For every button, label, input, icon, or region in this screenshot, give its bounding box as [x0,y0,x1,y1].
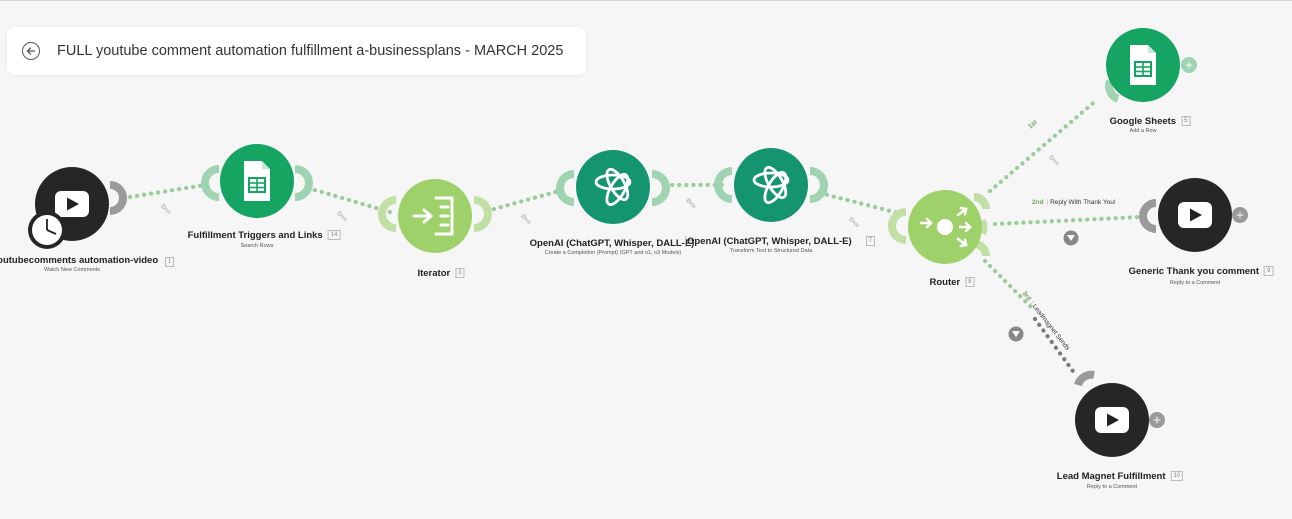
add-module-button[interactable]: + [1232,207,1248,223]
back-button[interactable] [22,42,40,60]
module-name: youtubecomments automation-video [0,255,159,266]
module-iterator[interactable] [378,179,492,253]
module-openai-completion[interactable] [556,150,670,224]
module-name: Google Sheets [1109,116,1177,127]
add-module-button[interactable]: + [1181,57,1197,73]
youtube-play-icon [1095,407,1129,433]
module-google-sheets-add-row[interactable]: + [1105,28,1197,103]
module-name: OpenAI (ChatGPT, Whisper, DALL-E) [529,238,695,249]
scenario-canvas[interactable]: 🔧︎ 🔧︎ 🔧︎ 🔧︎ 🔧︎ 🔧︎ + + + FULL youtube com… [0,1,1292,514]
module-youtube-watch-comments[interactable] [28,167,127,249]
youtube-play-icon [1178,202,1212,228]
module-subtitle: Reply to a Comment [1169,280,1221,286]
module-subtitle: Create a Completion (Prompt) (GPT and o1… [544,250,682,256]
module-id-badge: 5 [1181,116,1191,127]
google-sheets-icon [243,160,271,202]
module-name: Iterator [417,268,451,279]
module-label-iterator[interactable]: Iterator 3 [417,268,465,279]
module-youtube-lead-magnet[interactable]: + [1074,370,1165,457]
wrench-icon[interactable]: 🔧︎ [160,204,171,215]
connector-1[interactable] [127,182,208,200]
clock-icon[interactable] [28,211,66,249]
scenario-title: FULL youtube comment automation fulfillm… [57,43,564,59]
svg-text:+: + [1152,414,1161,427]
module-name: Router [929,277,961,288]
svg-text:+: + [1184,59,1193,72]
module-name: Fulfillment Triggers and Links [187,230,323,241]
arrow-left-icon [26,47,36,55]
filter-icon[interactable] [1063,230,1079,246]
connector-5[interactable] [817,190,901,216]
module-id-badge: 9 [1264,266,1274,277]
wrench-icon[interactable]: 🔧︎ [520,214,531,225]
module-label-youtube-lead[interactable]: Lead Magnet Fulfillment 10 [1056,471,1184,482]
module-label-youtube-watch[interactable]: youtubecomments automation-video [0,255,158,266]
connector-2[interactable] [305,185,393,215]
google-sheets-icon [1129,44,1157,86]
connector-3[interactable] [484,186,569,214]
youtube-play-icon [55,191,89,217]
module-id-badge: 1 [165,257,175,267]
module-subtitle: Watch New Comments [43,267,101,273]
module-google-sheets-search[interactable] [201,144,313,218]
module-subtitle: Add a Row [1129,128,1157,134]
route-label-2[interactable]: 2nd | Reply With Thank You! [1032,199,1116,206]
flow-graph[interactable]: 🔧︎ 🔧︎ 🔧︎ 🔧︎ 🔧︎ 🔧︎ + + + [0,1,1292,514]
module-openai-structured-data[interactable] [714,148,828,222]
add-module-button[interactable]: + [1149,412,1165,428]
wrench-icon[interactable]: 🔧︎ [1048,155,1059,166]
module-label-sheets-add[interactable]: Google Sheets 5 [1110,116,1191,127]
wrench-icon[interactable]: 🔧︎ [848,217,859,228]
filter-icon[interactable] [1008,326,1024,342]
wrench-icon[interactable]: 🔧︎ [336,211,347,222]
module-subtitle: Transform Text to Structured Data [729,248,813,254]
scenario-header: FULL youtube comment automation fulfillm… [7,27,586,75]
module-name: OpenAI (ChatGPT, Whisper, DALL-E) [684,236,852,247]
module-id-badge: 3 [455,268,465,279]
connector-route-1[interactable] [987,96,1101,194]
module-youtube-thank-you[interactable]: + [1139,178,1248,252]
module-label-youtube-thanks[interactable]: Generic Thank you comment 9 [1129,266,1274,277]
connector-route-2[interactable] [992,214,1143,227]
module-router[interactable] [888,190,990,264]
module-name: Lead Magnet Fulfillment [1056,471,1166,482]
module-label-openai-1[interactable]: OpenAI (ChatGPT, Whisper, DALL-E) [530,238,695,249]
module-label-router[interactable]: Router 8 [930,277,975,288]
route-name: Reply With Thank You! [1050,199,1116,206]
svg-text:+: + [1235,209,1244,222]
module-subtitle: Reply to a Comment [1086,484,1138,490]
module-label-openai-2[interactable]: OpenAI (ChatGPT, Whisper, DALL-E) 7 [684,236,876,247]
module-id-badge: 10 [1170,471,1184,482]
module-name: Generic Thank you comment [1128,266,1260,277]
route-number: 2nd [1032,199,1044,206]
wrench-icon[interactable]: 🔧︎ [685,198,696,209]
module-label-sheets-search[interactable]: Fulfillment Triggers and Links 14 [188,230,341,241]
module-id-badge: 7 [865,236,876,247]
module-id-badge: 8 [965,277,975,288]
module-subtitle: Search Rows [240,243,274,249]
module-id-badge: 14 [327,230,341,241]
